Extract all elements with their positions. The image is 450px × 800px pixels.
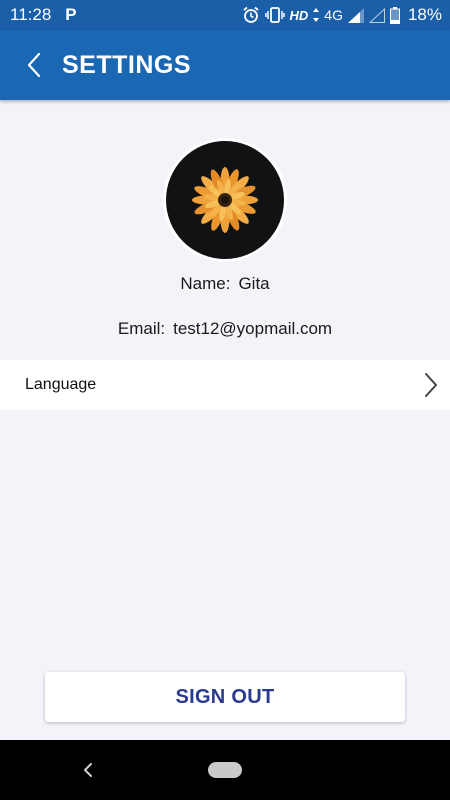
email-value: test12@yopmail.com [173,319,333,338]
battery-icon [389,6,400,24]
profile-name-line: Name: Gita [0,274,450,294]
page-title: SETTINGS [62,50,192,79]
signal-icon [347,7,364,23]
chevron-left-icon [27,52,41,78]
signal-empty-icon [368,7,385,23]
parking-notification-icon: P [65,5,77,24]
network-type-label: 4G [324,7,343,23]
app-bar: SETTINGS [0,30,450,100]
name-label: Name: [180,274,231,293]
status-right: HD 4G 18% [242,5,442,25]
status-left: 11:28 P [10,5,77,25]
profile-email-line: Email: test12@yopmail.com [0,319,450,339]
nav-home-pill[interactable] [208,762,242,778]
flower-avatar-icon [192,167,258,233]
chevron-right-icon [425,373,437,397]
battery-percentage: 18% [407,5,442,24]
back-button[interactable] [6,30,62,100]
system-nav-bar [0,740,450,800]
settings-row-language[interactable]: Language [0,360,450,410]
status-time: 11:28 [10,5,52,24]
alarm-icon [242,6,259,23]
avatar-image [166,141,284,259]
nav-back-icon [84,763,92,777]
settings-row-label: Language [25,376,97,393]
nav-back-button[interactable] [76,758,100,782]
avatar[interactable] [163,138,287,262]
sign-out-button[interactable]: SIGN OUT [45,672,405,722]
status-bar: 11:28 P HD 4G 18% [0,0,450,30]
name-value: Gita [238,274,270,293]
data-arrows-icon [313,8,320,22]
hd-label: HD [289,7,309,23]
email-label: Email: [117,319,166,338]
vibrate-icon [264,7,285,23]
